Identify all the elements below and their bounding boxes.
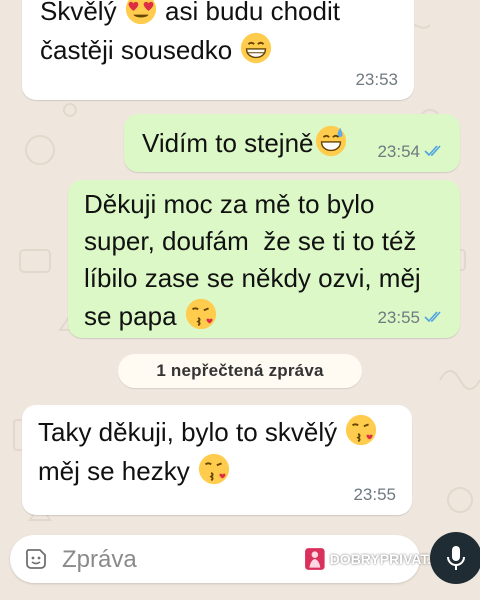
unread-messages-divider: 1 nepřečtená zpráva bbox=[118, 354, 362, 388]
grinning-face-emoji-icon bbox=[239, 31, 273, 65]
message-list[interactable]: Skvělý asi budu chodit častěji sousedko … bbox=[0, 0, 480, 525]
voice-message-button[interactable] bbox=[430, 532, 480, 584]
kissing-heart-emoji-icon bbox=[184, 297, 218, 331]
kissing-heart-emoji-icon bbox=[197, 452, 231, 486]
incoming-message[interactable]: Taky děkuji, bylo to skvělý měj se hezky… bbox=[22, 405, 412, 515]
message-meta: 23:54 bbox=[377, 139, 444, 165]
message-time: 23:55 bbox=[353, 484, 396, 504]
message-meta: 23:55 bbox=[353, 482, 396, 508]
outgoing-message[interactable]: Děkuji moc za mě to bylo super, doufám ž… bbox=[68, 180, 460, 338]
mic-icon bbox=[447, 546, 465, 570]
kissing-heart-emoji-icon bbox=[344, 413, 378, 447]
message-text: Skvělý asi budu chodit častěji sousedko bbox=[40, 0, 398, 70]
heart-eyes-emoji-icon bbox=[124, 0, 158, 26]
watermark-logo-icon bbox=[305, 548, 325, 570]
message-input[interactable] bbox=[60, 541, 304, 579]
message-time: 23:55 bbox=[377, 307, 420, 327]
grinning-sweat-emoji-icon bbox=[314, 124, 348, 158]
incoming-message[interactable]: Skvělý asi budu chodit častěji sousedko … bbox=[22, 0, 414, 100]
read-receipt-icon bbox=[424, 311, 441, 323]
message-meta: 23:53 bbox=[355, 67, 398, 93]
sticker-icon[interactable] bbox=[24, 547, 48, 571]
message-meta: 23:55 bbox=[377, 305, 444, 331]
outgoing-message[interactable]: Vidím to stejně 23:54 bbox=[124, 114, 460, 172]
message-time: 23:53 bbox=[355, 69, 398, 89]
message-text: Taky děkuji, bylo to skvělý měj se hezky bbox=[38, 413, 396, 491]
read-receipt-icon bbox=[424, 145, 441, 157]
watermark: DOBRYPRIVAT.CZ bbox=[304, 536, 450, 582]
message-time: 23:54 bbox=[377, 141, 420, 161]
